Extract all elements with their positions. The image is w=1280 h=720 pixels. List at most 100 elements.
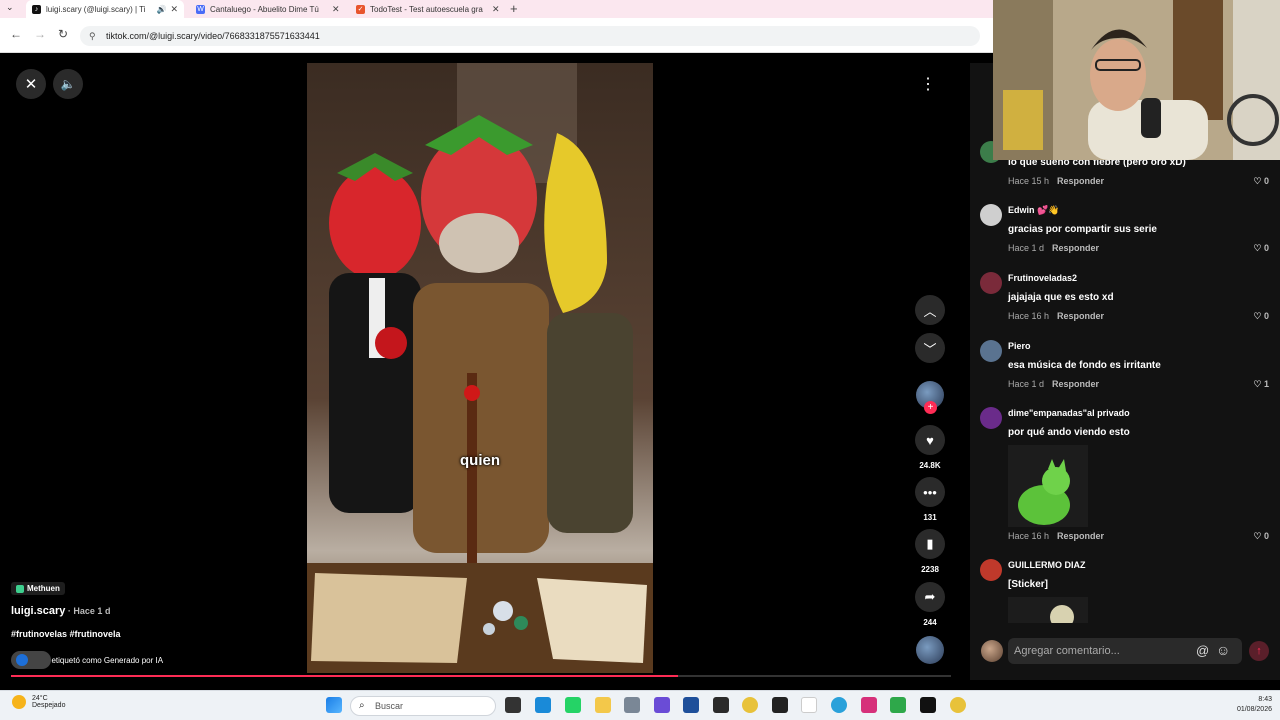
chrome-icon[interactable] [950, 697, 966, 713]
comment-sticker[interactable] [1008, 445, 1088, 527]
comment-like-button[interactable]: ♡ 0 [1253, 176, 1269, 187]
more-options-icon[interactable]: ⋮ [913, 69, 943, 99]
site-info-icon[interactable]: ⚲ [89, 26, 96, 46]
next-video-button[interactable]: ﹀ [915, 333, 945, 363]
autoscroll-toggle[interactable] [11, 651, 51, 669]
url-field[interactable]: ⚲ tiktok.com/@luigi.scary/video/76683318… [80, 26, 980, 46]
comment-author[interactable]: Piero [1008, 341, 1031, 351]
chrome-icon[interactable] [742, 697, 758, 713]
hashtags[interactable]: #frutinovelas #frutinovela [11, 629, 121, 639]
app-icon[interactable] [654, 697, 670, 713]
url-text: tiktok.com/@luigi.scary/video/7668331875… [106, 31, 320, 41]
ai-label-text: lo etiquetó como Generado por IA [43, 655, 164, 665]
comment-like-button[interactable]: ♡ 1 [1253, 379, 1269, 390]
send-icon[interactable]: ↑ [1249, 641, 1269, 661]
app-icon[interactable] [890, 697, 906, 713]
webcam-overlay [993, 0, 1280, 160]
share-icon: ➦ [915, 582, 945, 612]
reply-button[interactable]: Responder [1057, 176, 1104, 186]
clock[interactable]: 8:43 01/08/2026 [1237, 695, 1272, 715]
emoji-icon[interactable]: ☺ [1216, 642, 1230, 658]
author-name[interactable]: luigi.scary [11, 605, 65, 617]
todotest-favicon-icon: ✓ [356, 4, 365, 14]
tab-title: luigi.scary (@luigi.scary) | Ti [46, 4, 146, 14]
volume-icon[interactable]: 🔈 [53, 69, 83, 99]
tab-search-icon[interactable]: ⌄ [6, 2, 14, 13]
whatsapp-icon[interactable] [565, 697, 581, 713]
instagram-icon[interactable] [861, 697, 877, 713]
tab-todotest[interactable]: ✓ TodoTest - Test autoescuela gra ✕ [350, 0, 508, 18]
comment-like-button[interactable]: ♡ 0 [1253, 311, 1269, 322]
task-view-icon[interactable] [505, 697, 521, 713]
comment-like-button[interactable]: ♡ 0 [1253, 243, 1269, 254]
new-tab-icon[interactable]: + [510, 0, 518, 17]
share-button[interactable]: ➦ 244 [915, 582, 945, 627]
tab-tiktok[interactable]: ♪ luigi.scary (@luigi.scary) | Ti 🔊 ✕ [26, 0, 184, 18]
store-icon[interactable] [683, 697, 699, 713]
avatar: + [916, 381, 944, 414]
rtve-icon[interactable] [801, 697, 817, 713]
edge-icon[interactable] [535, 697, 551, 713]
close-tab-icon[interactable]: ✕ [170, 4, 178, 15]
taskbar-search[interactable]: ⌕ Buscar [350, 696, 496, 716]
reply-button[interactable]: Responder [1052, 243, 1099, 253]
music-disc[interactable] [915, 636, 945, 664]
like-button[interactable]: ♥ 24.8K [915, 425, 945, 470]
save-button[interactable]: ▮ 2238 [915, 529, 945, 574]
windows-start-icon[interactable] [326, 697, 342, 713]
tab-cantaluego[interactable]: W Cantaluego - Abuelito Dime Tú ✕ [190, 0, 348, 18]
comment-sticker[interactable] [1008, 597, 1088, 623]
avatar[interactable] [980, 559, 1002, 581]
comment-author[interactable]: GUILLERMO DIAZ [1008, 560, 1086, 570]
creator-avatar[interactable]: + [915, 381, 945, 414]
avatar[interactable] [980, 272, 1002, 294]
telegram-icon[interactable] [831, 697, 847, 713]
share-count: 244 [923, 618, 937, 627]
avatar[interactable] [980, 204, 1002, 226]
comment-time: Hace 1 d [1008, 379, 1045, 389]
weather-widget[interactable]: 24°C Despejado [12, 695, 65, 709]
close-tab-icon[interactable]: ✕ [332, 4, 340, 15]
reply-button[interactable]: Responder [1052, 379, 1099, 389]
reload-icon[interactable]: ↻ [58, 27, 68, 41]
comment-like-button[interactable]: ♡ 0 [1253, 531, 1269, 542]
comment-author[interactable]: Edwin 💕👋 [1008, 205, 1059, 216]
mention-icon[interactable]: @ [1196, 643, 1209, 658]
clock-time: 8:43 [1258, 696, 1272, 703]
comment-like-count: 0 [1263, 176, 1269, 186]
video-player[interactable]: quien [307, 63, 653, 673]
tiktok-icon[interactable] [920, 697, 936, 713]
back-icon[interactable]: ← [10, 27, 22, 41]
close-tab-icon[interactable]: ✕ [492, 4, 500, 15]
previous-video-button[interactable]: ︿ [915, 295, 945, 325]
close-icon[interactable]: ✕ [16, 69, 46, 99]
ai-label-row: lo etiquetó como Generado por IA [11, 651, 163, 669]
comment-time: Hace 16 h [1008, 311, 1050, 321]
reply-button[interactable]: Responder [1057, 311, 1104, 321]
reply-button[interactable]: Responder [1057, 531, 1104, 541]
avatar [981, 640, 1003, 662]
settings-icon[interactable] [624, 697, 640, 713]
comment-icon: ••• [915, 477, 945, 507]
weather-condition: Despejado [32, 702, 66, 709]
sticker-icon [1050, 605, 1074, 623]
avatar[interactable] [980, 407, 1002, 429]
app-icon[interactable] [713, 697, 729, 713]
comment-author[interactable]: Frutinoveladas2 [1008, 273, 1077, 283]
music-badge[interactable]: Methuen [11, 582, 65, 595]
file-explorer-icon[interactable] [595, 697, 611, 713]
screen: ⌄ ♪ luigi.scary (@luigi.scary) | Ti 🔊 ✕ … [0, 0, 1280, 720]
chevron-up-icon: ︿ [915, 295, 945, 325]
music-icon [16, 584, 24, 593]
comment-button[interactable]: ••• 131 [915, 477, 945, 522]
follow-plus-icon[interactable]: + [924, 401, 937, 414]
avatar[interactable] [980, 340, 1002, 362]
app-icon[interactable] [772, 697, 788, 713]
comment-text: esa música de fondo es irritante [1008, 360, 1161, 371]
video-progress-bar[interactable] [11, 675, 951, 677]
music-name: Methuen [27, 584, 60, 593]
forward-icon[interactable]: → [34, 27, 46, 41]
comment-author[interactable]: dime"empanadas"al privado [1008, 408, 1130, 418]
comment-text: jajajaja que es esto xd [1008, 292, 1114, 303]
comment-text: [Sticker] [1008, 579, 1049, 590]
